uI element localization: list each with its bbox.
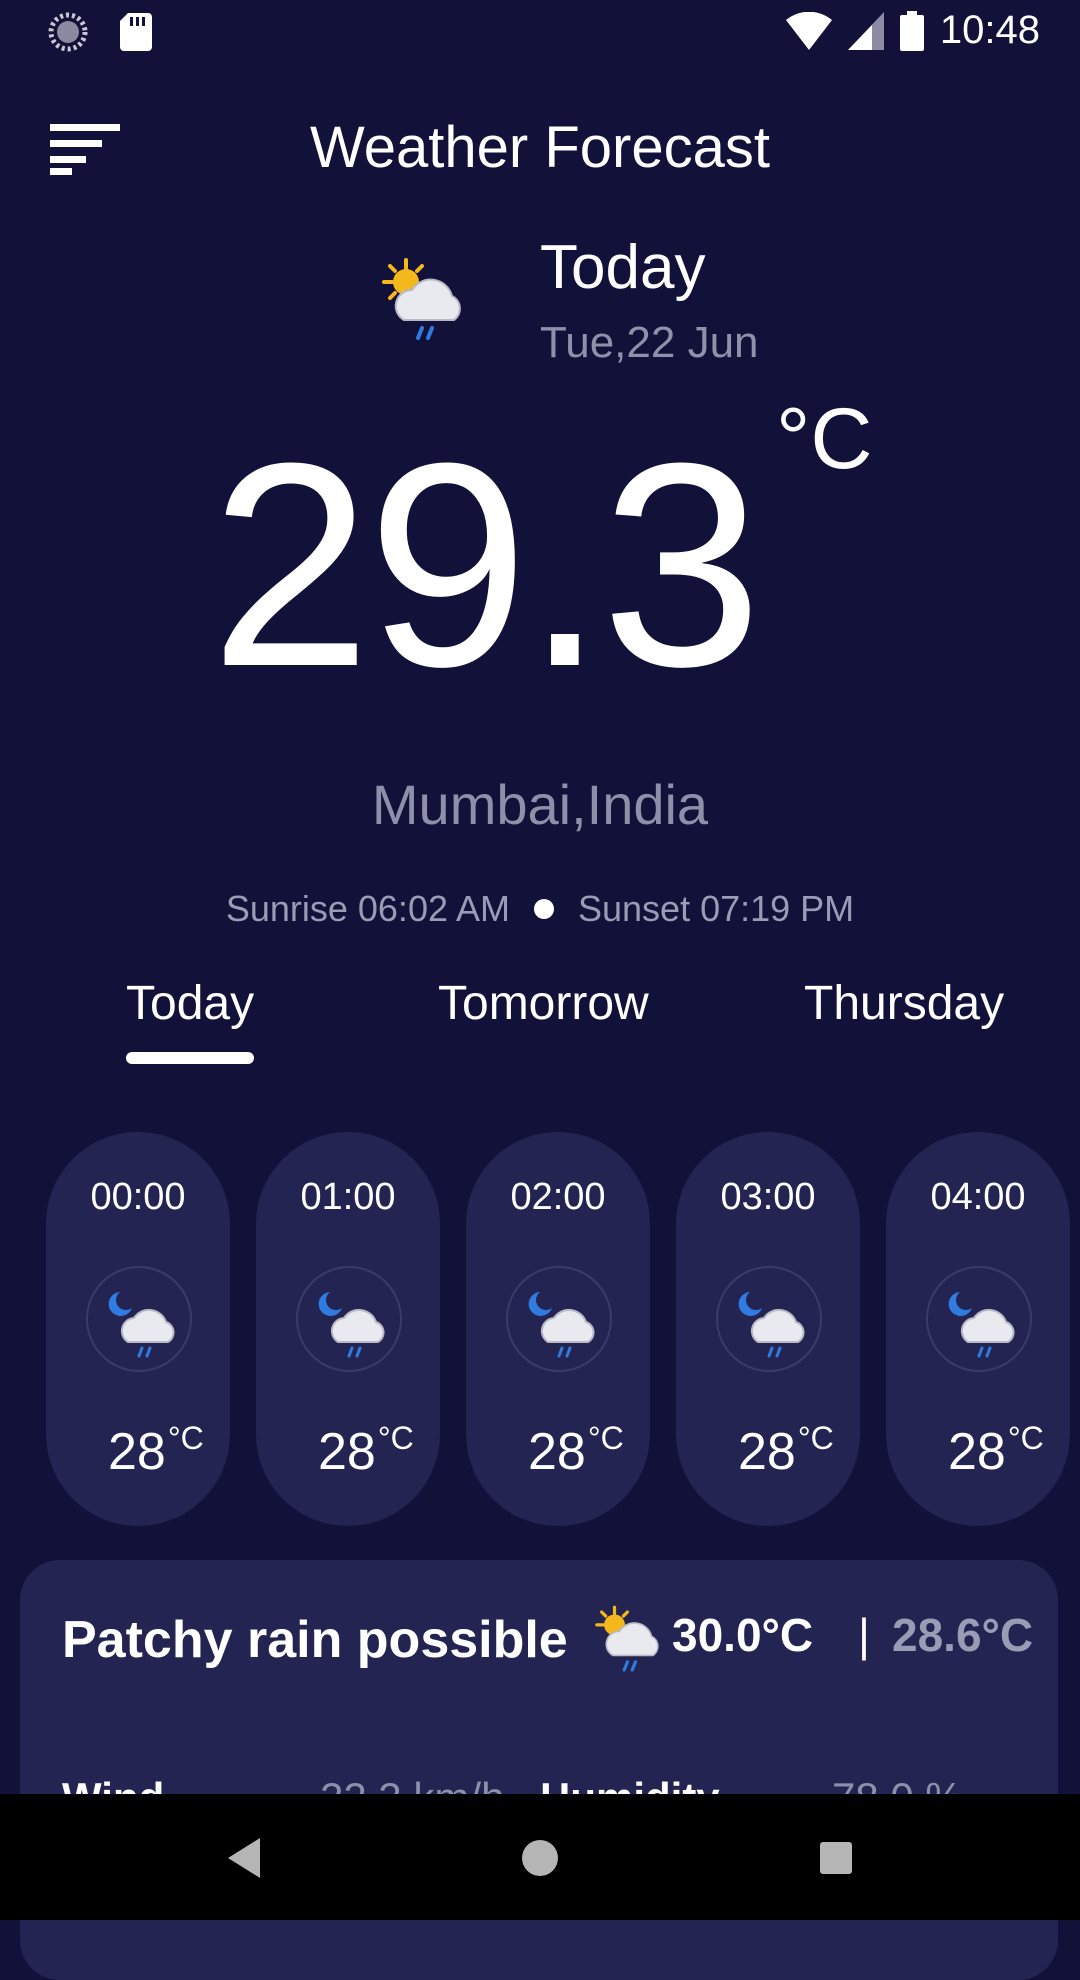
hour-temperature: 28°C <box>738 1420 834 1482</box>
condition-text: Patchy rain possible <box>62 1611 568 1669</box>
hour-icon-circle <box>926 1266 1032 1372</box>
hour-time: 02:00 <box>510 1176 606 1218</box>
status-left <box>48 12 152 52</box>
partly-cloudy-rain-icon <box>595 1605 659 1672</box>
hour-temperature: 28°C <box>948 1420 1044 1482</box>
night-cloud-rain-icon <box>738 1292 805 1358</box>
status-time: 10:48 <box>939 8 1040 52</box>
tab-active-indicator <box>126 1052 254 1064</box>
hour-card[interactable]: 00:00 28°C <box>46 1132 230 1526</box>
temperature-unit: °C <box>776 391 873 487</box>
app-title: Weather Forecast <box>310 115 770 180</box>
hour-temp-value: 28 <box>528 1423 586 1481</box>
hour-temp-unit: °C <box>587 1420 624 1456</box>
current-temperature: 29.3 <box>210 403 762 727</box>
hour-temp-unit: °C <box>797 1420 834 1456</box>
min-temperature: 28.6°C <box>892 1609 1034 1661</box>
home-icon[interactable] <box>516 1834 564 1882</box>
hourly-forecast[interactable]: 00:00 28°C 01:00 28°C 02:00 28°C 03:00 2… <box>0 1132 1080 1526</box>
hour-time: 04:00 <box>930 1176 1026 1218</box>
hour-time: 01:00 <box>300 1176 396 1218</box>
recents-icon[interactable] <box>812 1834 860 1882</box>
max-temperature: 30.0°C <box>672 1609 814 1661</box>
night-cloud-rain-icon <box>318 1292 385 1358</box>
signal-icon <box>847 11 884 50</box>
hour-temp-unit: °C <box>1007 1420 1044 1456</box>
night-cloud-rain-icon <box>528 1292 595 1358</box>
hour-icon-circle <box>716 1266 822 1372</box>
hour-icon-circle <box>86 1266 192 1372</box>
battery-icon <box>899 10 924 51</box>
hour-temp-value: 28 <box>738 1423 796 1481</box>
hour-card[interactable]: 01:00 28°C <box>256 1132 440 1526</box>
day-tabs: Today Tomorrow Thursday <box>0 970 1080 1064</box>
app-header: Weather Forecast <box>0 100 1080 196</box>
hour-temperature: 28°C <box>318 1420 414 1482</box>
tab-tomorrow[interactable]: Tomorrow <box>438 976 649 1031</box>
loading-circle-icon <box>48 12 88 52</box>
sun-times: Sunrise 06:02 AM Sunset 07:19 PM <box>0 888 1080 930</box>
temperature-separator: | <box>858 1609 870 1661</box>
status-bar: 10:48 <box>0 0 1080 64</box>
hour-temperature: 28°C <box>108 1420 204 1482</box>
hour-temp-value: 28 <box>948 1423 1006 1481</box>
hour-card[interactable]: 04:00 28°C <box>886 1132 1070 1526</box>
hour-time: 00:00 <box>90 1176 186 1218</box>
sunset-time: Sunset 07:19 PM <box>578 888 855 929</box>
location: Mumbai,India <box>371 773 709 836</box>
sunrise-time: Sunrise 06:02 AM <box>225 888 510 929</box>
today-date: Tue,22 Jun <box>540 318 759 367</box>
today-label: Today <box>540 233 706 302</box>
night-cloud-rain-icon <box>948 1292 1015 1358</box>
hour-temp-unit: °C <box>167 1420 204 1456</box>
hour-time: 03:00 <box>720 1176 816 1218</box>
separator-dot <box>534 899 554 919</box>
hour-icon-circle <box>296 1266 402 1372</box>
wifi-icon <box>785 11 832 50</box>
hour-temperature: 28°C <box>528 1420 624 1482</box>
hour-card[interactable]: 03:00 28°C <box>676 1132 860 1526</box>
night-cloud-rain-icon <box>108 1292 175 1358</box>
hour-temp-value: 28 <box>318 1423 376 1481</box>
tab-today[interactable]: Today <box>126 976 254 1031</box>
hour-temp-unit: °C <box>377 1420 414 1456</box>
tab-thursday[interactable]: Thursday <box>804 976 1004 1031</box>
partly-cloudy-rain-icon <box>382 258 461 340</box>
hour-card[interactable]: 02:00 28°C <box>466 1132 650 1526</box>
hour-icon-circle <box>506 1266 612 1372</box>
status-right: 10:48 <box>785 8 1040 53</box>
back-icon[interactable] <box>222 1834 270 1882</box>
sd-card-icon <box>120 13 152 51</box>
hour-temp-value: 28 <box>108 1423 166 1481</box>
system-nav-bar <box>0 1794 1080 1920</box>
